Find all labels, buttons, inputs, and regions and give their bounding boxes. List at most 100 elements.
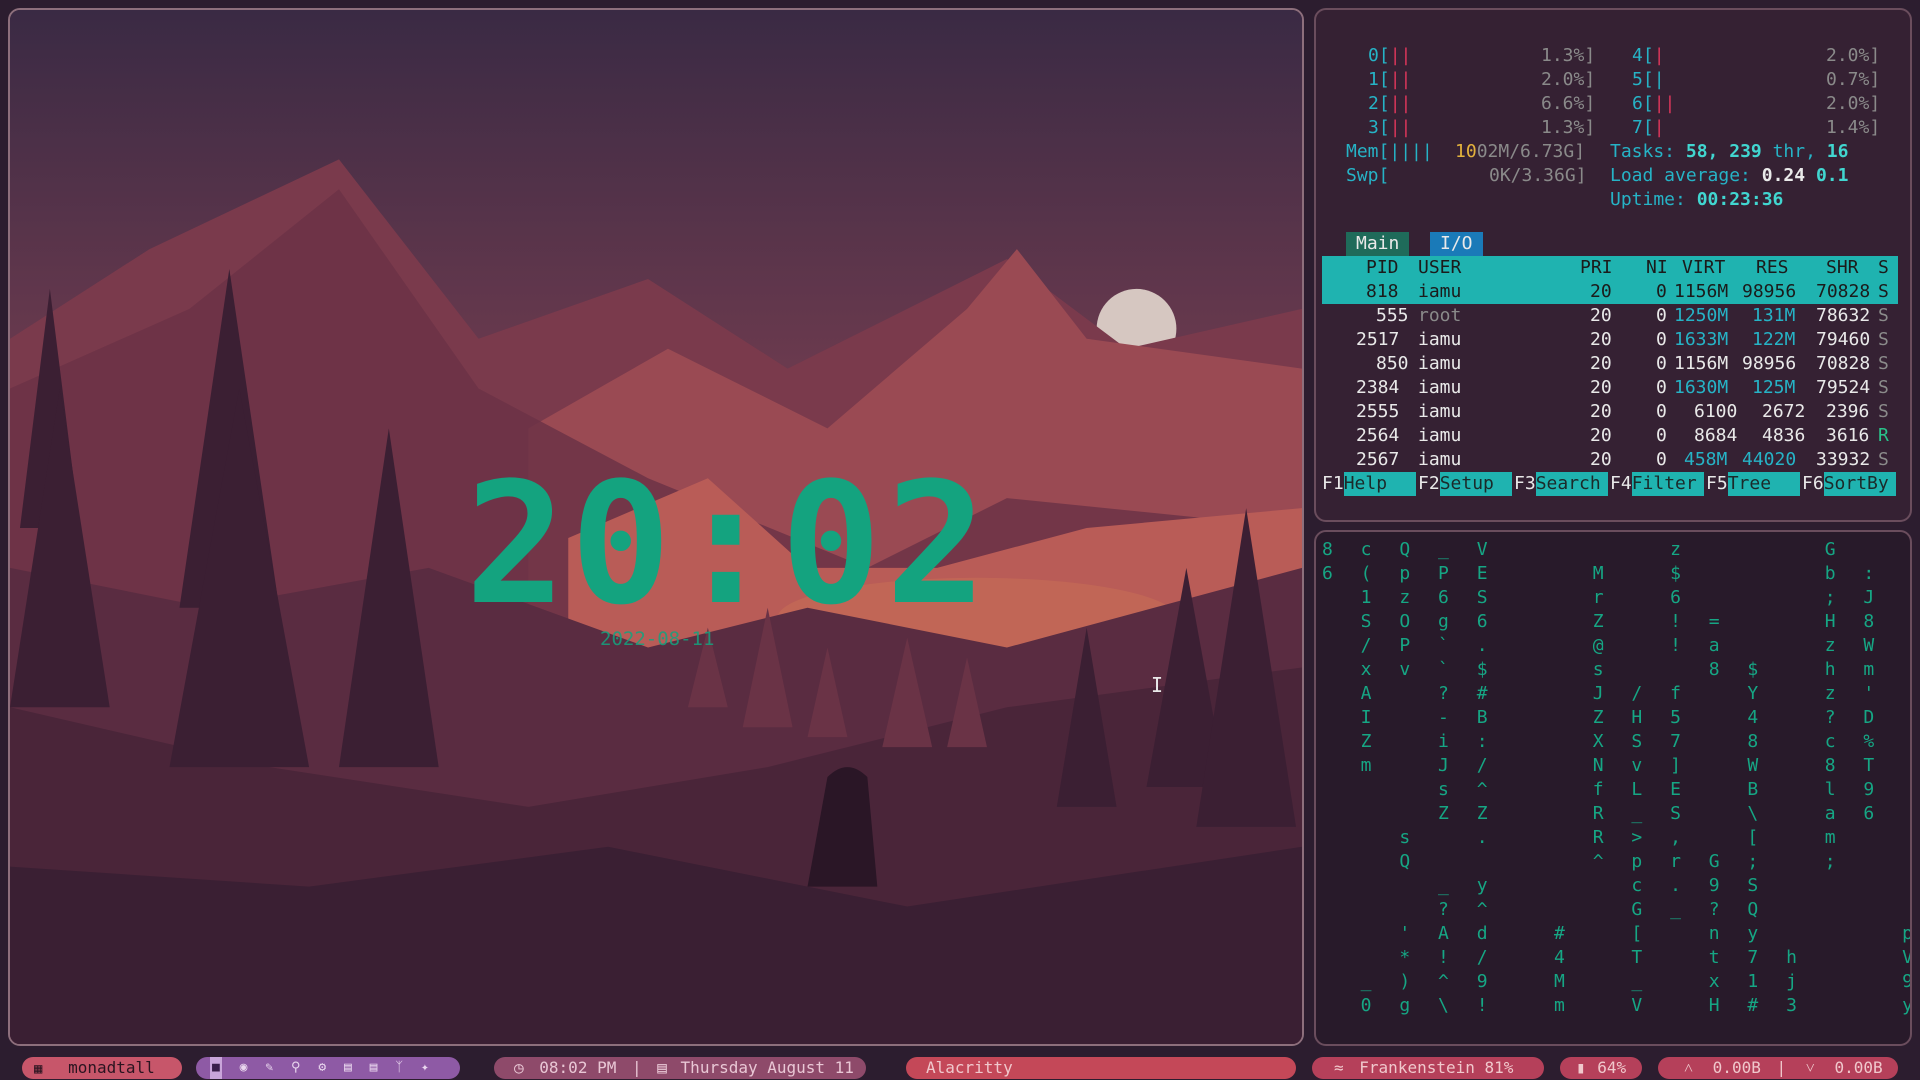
cell-pri: 20 [1590,449,1612,470]
cell-user: iamu [1418,377,1462,398]
matrix-line: A ? # J / f Y z ' \ 0 : R e [1360,683,1883,704]
table-row[interactable]: 2384 iamu 20 0 1630M 125M 79524 S [1322,376,1898,400]
col-shr: SHR [1826,257,1859,278]
workspace-8-icon[interactable]: ᛉ [395,1057,403,1079]
cell-ni: 0 [1656,401,1667,422]
workspace-9-icon[interactable]: ✦ [421,1057,429,1079]
workspace-3-icon[interactable]: ✎ [265,1057,273,1079]
cell-shr: 33932 [1816,449,1871,470]
cell-user: root [1418,305,1462,326]
cpu-id: 3[ [1368,117,1390,138]
matrix-line: _ y c . 9 S 8 ( + [1438,875,1767,896]
process-table-header[interactable]: PID USER PRI NI VIRT RES SHR S [1322,256,1898,280]
fkey-tree[interactable]: F5Tree [1706,472,1800,496]
cell-shr: 2396 [1826,401,1870,422]
table-row[interactable]: 555 root 20 0 1250M 131M 78632 S [1322,304,1898,328]
cpu-pct-0: 1.3%] [1541,45,1596,66]
desktop-clock-time: 20:02 [465,446,991,642]
window-title-widget[interactable]: Alacritty [906,1057,1296,1079]
cell-virt: 1630M [1674,377,1729,398]
swp-label: Swp[ [1346,165,1390,186]
workspace-4-icon[interactable]: ⚲ [291,1057,301,1079]
workspace-2-icon[interactable]: ◉ [240,1057,248,1079]
swp-value: 0K/3.36G] [1489,165,1587,186]
wifi-widget[interactable]: ≈ Frankenstein 81% [1312,1057,1544,1079]
col-pid: PID [1366,257,1399,278]
cpu-pct-4: 2.0%] [1826,45,1881,66]
workspace-7-icon[interactable]: ▤ [370,1057,378,1079]
table-row[interactable]: 2555 iamu 20 0 6100 2672 2396 S [1322,400,1898,424]
matrix-terminal-window[interactable]: 8 c Q _ V z G Y , p Y 6 ( p P E M $ b : T… [1314,530,1912,1046]
cell-ni: 0 [1656,425,1667,446]
fkey-search[interactable]: F3Search [1514,472,1608,496]
cpu-bar: | [1653,45,1665,66]
htop-window[interactable]: 0[|| 1.3%] 1[|| 2.0%] 2[|| 6.6%] 3[|| 1.… [1314,8,1912,522]
col-user: USER [1418,257,1462,278]
cpu-bar: || [1653,93,1676,114]
matrix-line: s ^ f L E B l 9 ? S r & [1438,779,1883,800]
cell-virt: 8684 [1694,425,1738,446]
cell-ni: 0 [1656,281,1667,302]
cpu-meter-4: 4[| [1632,44,1665,68]
kthr-value: 16 [1826,141,1849,162]
table-row[interactable]: 850 iamu 20 0 1156M 98956 70828 S [1322,352,1898,376]
cpu-bar: || [1389,93,1412,114]
uptime-label: Uptime: [1610,189,1686,210]
layout-widget[interactable]: ▦ monadtall [22,1057,182,1079]
cell-virt: 458M [1684,449,1728,470]
table-row[interactable]: 2567 iamu 20 0 458M 44020 33932 S [1322,448,1898,472]
layout-label: monadtall [68,1058,155,1077]
mem-label: Mem[ [1346,141,1390,162]
load-5: 0.1 [1815,165,1849,186]
fkey-setup[interactable]: F2Setup [1418,472,1512,496]
cpu-id: 7[ [1632,117,1654,138]
clock-separator: | [631,1058,642,1077]
cell-pid: 2564 [1356,425,1400,446]
table-row[interactable]: 2517 iamu 20 0 1633M 122M 79460 S [1322,328,1898,352]
cell-ni: 0 [1656,329,1667,350]
matrix-line: 6 ( p P E M $ b : T y 7 H [1322,563,1883,584]
battery-label: 64% [1597,1058,1627,1077]
workspace-5-icon[interactable]: ⚙ [318,1057,326,1079]
cell-res: 4836 [1762,425,1806,446]
network-widget[interactable]: ˄ 0.00B | ˅ 0.00B [1658,1057,1898,1079]
matrix-line: I - B Z H 5 4 ? D T M 6 & [1360,707,1883,728]
thr-label: thr, [1772,141,1816,162]
cell-ni: 0 [1656,449,1667,470]
matrix-line: S O g 6 Z ! = H 8 ! * R % [1360,611,1883,632]
matrix-line: s . R > , [ m s L [1399,827,1845,848]
table-row[interactable]: 2564 iamu 20 0 8684 4836 3616 R [1322,424,1898,448]
cpu-id: 0[ [1368,45,1390,66]
cell-virt: 6100 [1694,401,1738,422]
cell-pri: 20 [1590,329,1612,350]
cell-pid: 850 [1376,353,1409,374]
workspace-6-icon[interactable]: ▤ [344,1057,352,1079]
cell-pri: 20 [1590,401,1612,422]
fkey-sortby[interactable]: F6SortBy [1802,472,1896,496]
tab-io[interactable]: I/O [1430,232,1483,256]
load-line: Load average: 0.24 0.1 [1610,164,1848,188]
matrix-line: _ ) ^ 9 M _ x 1 j 9 G E f I ( [1360,971,1910,992]
cpu-pct-1: 2.0%] [1541,69,1596,90]
fkey-key: F6 [1802,473,1824,494]
mem-meter: Mem[|||| [1346,140,1433,164]
battery-widget[interactable]: ▮ 64% [1560,1057,1642,1079]
bar-clock-date: Thursday August 11 [680,1058,854,1077]
grid-icon: ▦ [34,1061,43,1077]
cpu-pct-3: 1.3%] [1541,117,1596,138]
cell-pri: 20 [1590,305,1612,326]
cpu-meter-6: 6[|| [1632,92,1675,116]
cell-ni: 0 [1656,305,1667,326]
workspace-1-icon[interactable]: ■ [210,1057,222,1079]
table-row[interactable]: 818 iamu 20 0 1156M 98956 70828 S [1322,280,1898,304]
mem-used: 10 [1455,141,1477,162]
cpu-pct-6: 2.0%] [1826,93,1881,114]
fkey-filter[interactable]: F4Filter [1610,472,1704,496]
matrix-line: / P ` . @ ! a z W a W r B J [1360,635,1883,656]
matrix-line: ? ^ G _ ? Q S V 8 [1438,899,1767,920]
cell-pri: 20 [1590,281,1612,302]
tab-main[interactable]: Main [1346,232,1410,256]
cpu-id: 2[ [1368,93,1390,114]
cell-user: iamu [1418,425,1462,446]
fkey-help[interactable]: F1Help [1322,472,1416,496]
